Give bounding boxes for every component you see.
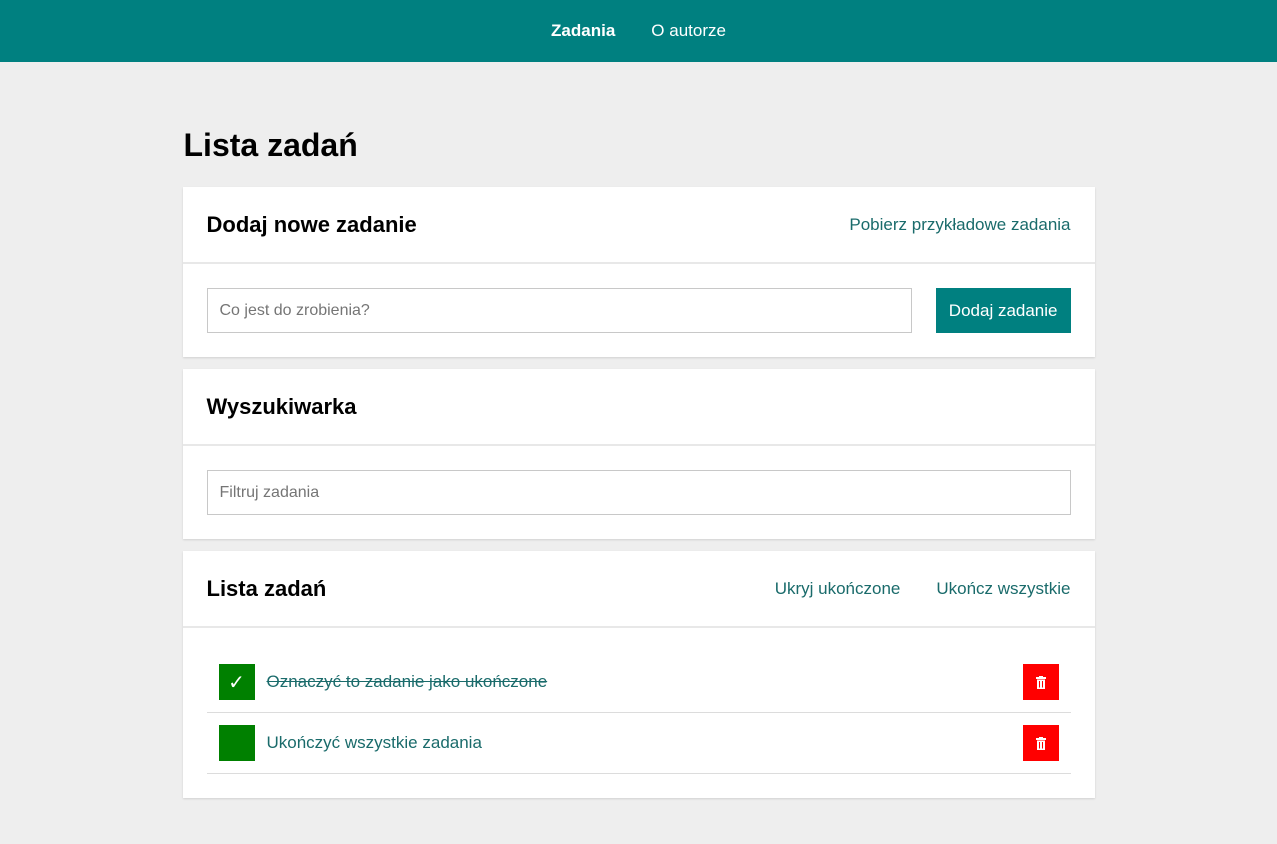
fetch-sample-tasks-link[interactable]: Pobierz przykładowe zadania [849,215,1070,235]
task-text: Oznaczyć to zadanie jako ukończone [266,672,548,691]
search-title: Wyszukiwarka [206,393,357,419]
add-task-row: Dodaj zadanie [206,288,1071,333]
filter-tasks-input[interactable] [206,470,1071,515]
task-list-card: Lista zadań Ukryj ukończone Ukończ wszys… [182,551,1095,798]
complete-all-link[interactable]: Ukończ wszystkie [936,579,1070,599]
task-checkbox[interactable]: ✓ [218,664,255,700]
page-title: Lista zadań [183,127,358,163]
task-list-title: Lista zadań [206,575,327,601]
task-list-header: Lista zadań Ukryj ukończone Ukończ wszys… [182,551,1095,628]
trash-icon [1035,675,1046,689]
add-task-header: Dodaj nowe zadanie Pobierz przykładowe z… [182,187,1095,264]
new-task-input[interactable] [206,288,912,333]
add-task-body: Dodaj zadanie [183,264,1095,357]
check-icon: ✓ [228,671,245,694]
search-header: Wyszukiwarka [182,369,1095,446]
top-navigation: Zadania O autorze [0,0,1277,62]
add-task-title: Dodaj nowe zadanie [206,211,417,237]
add-task-button[interactable]: Dodaj zadanie [935,288,1071,333]
task-checkbox[interactable] [218,725,255,761]
search-card: Wyszukiwarka [182,369,1095,539]
task-list: ✓ Oznaczyć to zadanie jako ukończone Uko… [183,628,1095,798]
delete-task-button[interactable] [1022,725,1059,761]
task-text: Ukończyć wszystkie zadania [266,733,482,752]
trash-icon [1035,736,1046,750]
delete-task-button[interactable] [1022,664,1059,700]
nav-item-tasks[interactable]: Zadania [551,21,615,41]
main-content: Lista zadań Dodaj nowe zadanie Pobierz p… [182,62,1095,798]
hide-completed-link[interactable]: Ukryj ukończone [775,579,901,599]
task-row: Ukończyć wszystkie zadania [206,713,1071,774]
search-body [183,446,1095,539]
add-task-card: Dodaj nowe zadanie Pobierz przykładowe z… [182,187,1095,357]
nav-item-about[interactable]: O autorze [651,21,726,41]
task-row: ✓ Oznaczyć to zadanie jako ukończone [206,652,1071,713]
task-list-actions: Ukryj ukończone Ukończ wszystkie [775,579,1071,599]
